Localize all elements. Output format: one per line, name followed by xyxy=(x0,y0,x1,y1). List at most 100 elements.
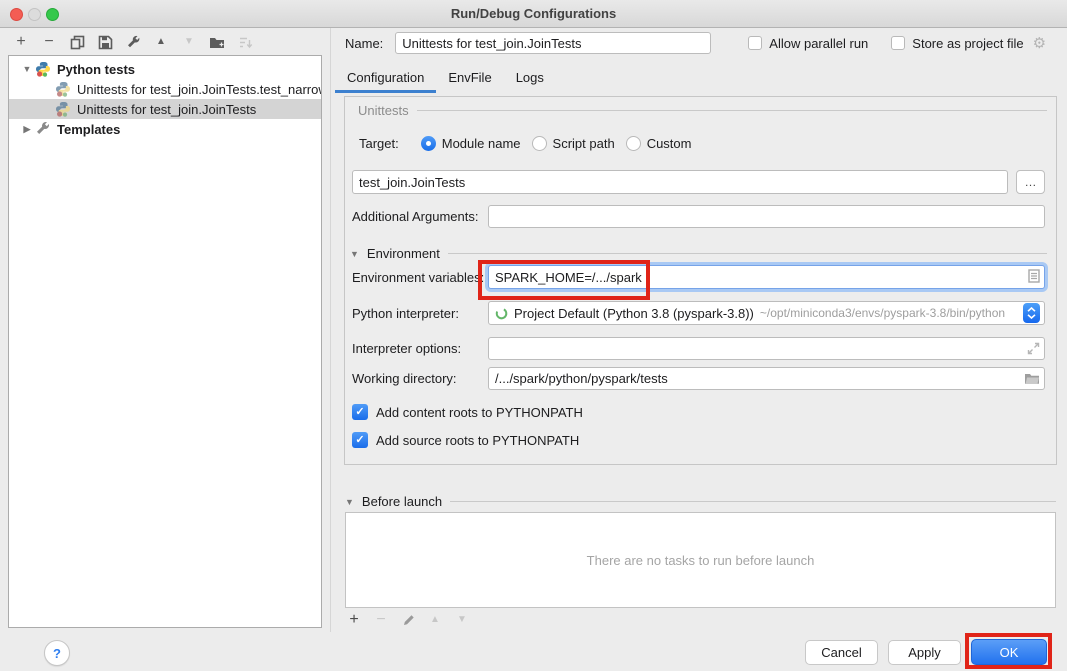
help-button[interactable]: ? xyxy=(44,640,70,666)
configurations-tree: ▼ Python tests Unittests for test_join.J… xyxy=(8,55,322,628)
python-interpreter-select[interactable]: Project Default (Python 3.8 (pyspark-3.8… xyxy=(488,301,1045,325)
before-launch-empty-text: There are no tasks to run before launch xyxy=(587,553,815,568)
tree-item-python-tests[interactable]: ▼ Python tests xyxy=(9,59,321,79)
expand-field-icon[interactable] xyxy=(1027,342,1040,355)
checkbox-unchecked[interactable] xyxy=(891,36,905,50)
collapse-icon[interactable]: ▼ xyxy=(350,249,359,259)
configurations-toolbar: + − ▲ ▼ xyxy=(13,31,253,53)
python-test-icon xyxy=(55,81,71,97)
collapse-icon[interactable]: ▼ xyxy=(345,497,354,507)
tree-item-templates[interactable]: ▶ Templates xyxy=(9,119,321,139)
interpreter-options-input[interactable] xyxy=(488,337,1045,360)
store-as-project-file-checkbox[interactable]: Store as project file xyxy=(891,36,1023,51)
add-task-icon[interactable]: + xyxy=(347,611,361,629)
edit-task-icon[interactable] xyxy=(401,611,415,629)
before-launch-toolbar: + − ▲ ▼ xyxy=(347,611,469,629)
conda-env-icon xyxy=(495,307,508,320)
environment-variables-value: SPARK_HOME=/.../spark xyxy=(495,270,642,285)
radio-unselected-icon[interactable] xyxy=(626,136,641,151)
checkbox-checked-icon[interactable] xyxy=(352,432,368,448)
expand-icon[interactable]: ▶ xyxy=(19,124,35,135)
tree-item-label: Unittests for test_join.JoinTests.test_n… xyxy=(77,82,321,97)
additional-arguments-row: Additional Arguments: xyxy=(352,205,1045,228)
radio-selected-icon[interactable] xyxy=(421,136,436,151)
environment-section-header[interactable]: ▼ Environment xyxy=(350,246,1047,261)
add-source-roots-checkbox[interactable]: Add source roots to PYTHONPATH xyxy=(352,432,1045,448)
group-divider xyxy=(448,253,1047,254)
before-launch-task-list: There are no tasks to run before launch xyxy=(345,512,1056,608)
tab-configuration[interactable]: Configuration xyxy=(335,66,436,93)
edit-templates-icon[interactable] xyxy=(125,33,141,51)
unittests-group-label: Unittests xyxy=(358,103,409,118)
environment-variables-row: Environment variables: SPARK_HOME=/.../s… xyxy=(352,265,1045,289)
ok-button[interactable]: OK xyxy=(971,639,1047,665)
add-configuration-icon[interactable]: + xyxy=(13,33,29,51)
working-directory-input[interactable]: /.../spark/python/pyspark/tests xyxy=(488,367,1045,390)
interpreter-options-row: Interpreter options: xyxy=(352,337,1045,360)
window-title: Run/Debug Configurations xyxy=(0,6,1067,21)
target-row: Target: Module name Script path Custom xyxy=(359,136,1045,151)
checkbox-checked-icon[interactable] xyxy=(352,404,368,420)
sort-configurations-icon[interactable] xyxy=(237,33,253,51)
select-stepper-icon[interactable] xyxy=(1023,303,1040,323)
radio-script-path-label: Script path xyxy=(553,136,615,151)
name-row: Name: Allow parallel run Store as projec… xyxy=(345,31,1057,55)
save-configuration-icon[interactable] xyxy=(97,33,113,51)
additional-arguments-input[interactable] xyxy=(488,205,1045,228)
move-up-icon[interactable]: ▲ xyxy=(153,33,169,51)
apply-button[interactable]: Apply xyxy=(888,640,961,665)
splitter[interactable] xyxy=(330,28,331,632)
tree-item-label: Python tests xyxy=(57,62,135,77)
copy-configuration-icon[interactable] xyxy=(69,33,85,51)
config-tabs: Configuration EnvFile Logs xyxy=(335,66,556,93)
templates-wrench-icon xyxy=(35,121,51,137)
run-debug-configurations-dialog: Run/Debug Configurations + − ▲ ▼ ▼ Pytho… xyxy=(0,0,1067,671)
target-input[interactable] xyxy=(352,170,1008,194)
tab-envfile[interactable]: EnvFile xyxy=(436,66,503,93)
checkbox-unchecked[interactable] xyxy=(748,36,762,50)
environment-variables-input[interactable]: SPARK_HOME=/.../spark xyxy=(488,265,1045,289)
folder-browse-icon[interactable] xyxy=(1024,372,1040,385)
radio-unselected-icon[interactable] xyxy=(532,136,547,151)
tree-item-label: Unittests for test_join.JoinTests xyxy=(77,102,256,117)
python-tests-icon xyxy=(35,61,51,77)
add-content-roots-checkbox[interactable]: Add content roots to PYTHONPATH xyxy=(352,404,1045,420)
remove-configuration-icon[interactable]: − xyxy=(41,33,57,51)
allow-parallel-run-checkbox[interactable]: Allow parallel run xyxy=(748,36,868,51)
working-directory-value: /.../spark/python/pyspark/tests xyxy=(495,371,668,386)
move-down-icon[interactable]: ▼ xyxy=(181,33,197,51)
target-value-row: … xyxy=(352,170,1045,194)
radio-custom-label: Custom xyxy=(647,136,692,151)
name-input[interactable] xyxy=(395,32,711,54)
interpreter-options-label: Interpreter options: xyxy=(352,341,483,356)
python-interpreter-path: ~/opt/miniconda3/envs/pyspark-3.8/bin/py… xyxy=(760,306,1005,320)
task-up-icon[interactable]: ▲ xyxy=(428,611,442,629)
cancel-button[interactable]: Cancel xyxy=(805,640,878,665)
radio-module-name[interactable]: Module name xyxy=(421,136,521,151)
tab-logs[interactable]: Logs xyxy=(504,66,556,93)
working-directory-label: Working directory: xyxy=(352,371,483,386)
environment-variables-label: Environment variables: xyxy=(352,270,483,285)
radio-custom[interactable]: Custom xyxy=(626,136,692,151)
interpreter-options-text[interactable] xyxy=(495,339,1027,359)
title-bar: Run/Debug Configurations xyxy=(0,0,1067,28)
additional-arguments-label: Additional Arguments: xyxy=(352,209,483,224)
before-launch-label: Before launch xyxy=(362,494,442,509)
new-folder-icon[interactable] xyxy=(209,33,225,51)
group-divider xyxy=(417,110,1047,111)
add-source-roots-label: Add source roots to PYTHONPATH xyxy=(376,433,579,448)
collapse-icon[interactable]: ▼ xyxy=(19,64,35,74)
environment-section-label: Environment xyxy=(367,246,440,261)
before-launch-section-header[interactable]: ▼ Before launch xyxy=(345,494,1056,509)
tree-item-label: Templates xyxy=(57,122,120,137)
store-settings-gear-icon[interactable]: ⚙ xyxy=(1033,34,1046,52)
tree-item-jointests-selected[interactable]: Unittests for test_join.JoinTests xyxy=(9,99,321,119)
tree-item-test-narrow[interactable]: Unittests for test_join.JoinTests.test_n… xyxy=(9,79,321,99)
python-interpreter-row: Python interpreter: Project Default (Pyt… xyxy=(352,301,1045,325)
remove-task-icon[interactable]: − xyxy=(374,611,388,629)
store-as-project-file-label: Store as project file xyxy=(912,36,1023,51)
browse-target-button[interactable]: … xyxy=(1016,170,1045,194)
task-down-icon[interactable]: ▼ xyxy=(455,611,469,629)
radio-script-path[interactable]: Script path xyxy=(532,136,615,151)
env-vars-list-icon[interactable] xyxy=(1028,269,1040,286)
